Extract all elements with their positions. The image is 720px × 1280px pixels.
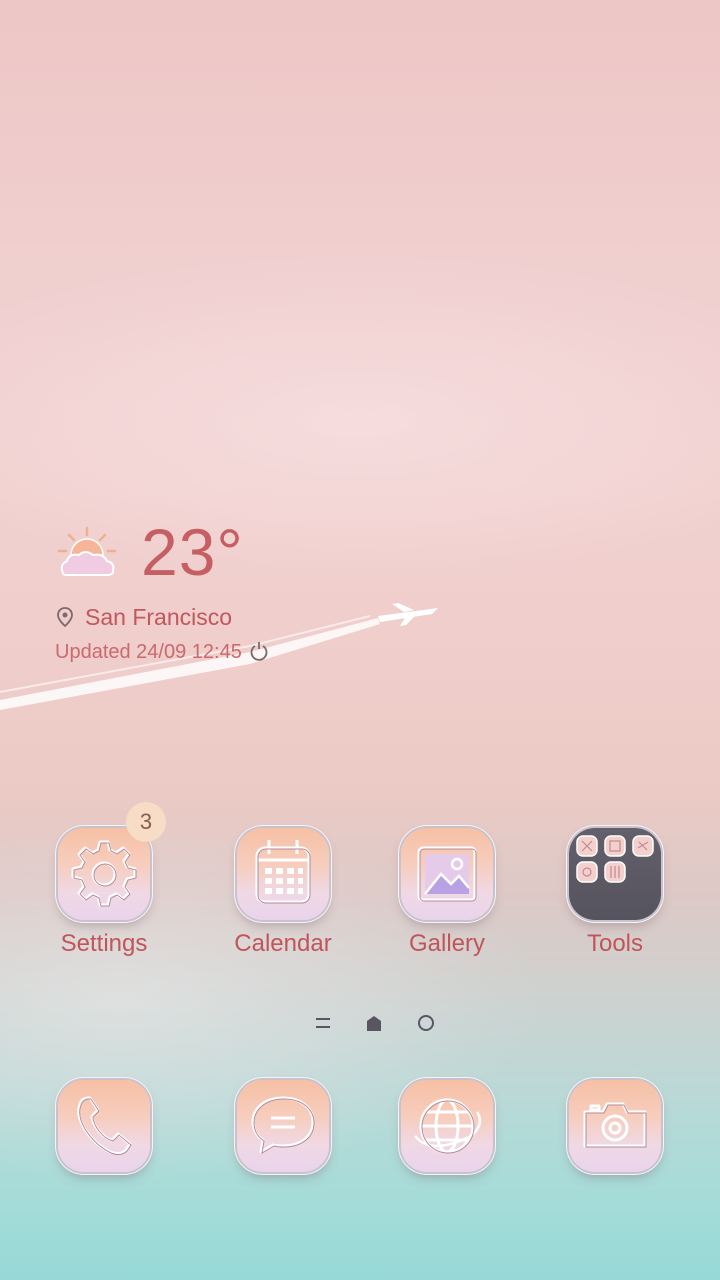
app-tools-folder[interactable]: Tools <box>545 828 685 958</box>
phone-tile[interactable] <box>58 1080 150 1172</box>
phone-icon <box>77 1096 132 1156</box>
notification-badge: 3 <box>126 802 166 842</box>
dock-messages[interactable] <box>213 1080 353 1172</box>
location-row: San Francisco <box>55 602 232 632</box>
app-calendar[interactable]: Calendar <box>213 828 353 958</box>
gear-icon <box>71 840 137 907</box>
gallery-tile[interactable] <box>401 828 493 920</box>
app-label: Settings <box>60 930 148 957</box>
globe-icon <box>414 1098 482 1154</box>
home-page-icon[interactable] <box>364 1010 384 1036</box>
updated-row: Updated 24/09 12:45 <box>55 638 270 666</box>
dock-camera[interactable] <box>545 1080 685 1172</box>
dock-phone[interactable] <box>34 1080 174 1172</box>
messages-tile[interactable] <box>237 1080 329 1172</box>
tools-folder-tile[interactable] <box>569 828 661 920</box>
updated-text: Updated 24/09 12:45 <box>55 640 242 663</box>
app-label: Tools <box>586 930 644 957</box>
browser-tile[interactable] <box>401 1080 493 1172</box>
calendar-tile[interactable] <box>237 828 329 920</box>
app-label: Gallery <box>408 930 486 957</box>
camera-icon <box>583 1102 647 1148</box>
folder-icon <box>576 835 654 883</box>
camera-tile[interactable] <box>569 1080 661 1172</box>
weather-widget[interactable]: 23° San Francisco Updated 24/09 12:45 <box>55 515 455 670</box>
partly-cloudy-sun-icon <box>57 526 117 576</box>
image-icon <box>417 846 477 902</box>
circle-page-icon[interactable] <box>414 1010 438 1036</box>
list-page-icon[interactable] <box>314 1010 332 1036</box>
app-settings[interactable]: 3 Settings <box>34 802 174 958</box>
location-pin-icon <box>57 607 73 628</box>
app-gallery[interactable]: Gallery <box>377 828 517 958</box>
location-name: San Francisco <box>85 603 233 630</box>
calendar-icon <box>255 840 311 904</box>
page-indicator <box>300 1010 440 1036</box>
app-label: Calendar <box>234 930 332 957</box>
temperature-text: 23° <box>141 515 244 589</box>
settings-tile[interactable]: 3 <box>58 802 166 920</box>
dock-browser[interactable] <box>377 1080 517 1172</box>
message-icon <box>251 1096 315 1154</box>
refresh-icon[interactable] <box>248 641 270 663</box>
